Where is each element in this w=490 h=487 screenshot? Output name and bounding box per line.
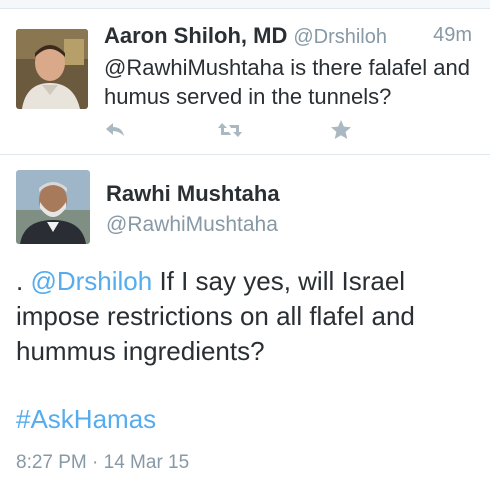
retweet-icon[interactable] xyxy=(216,119,244,141)
hashtag-link[interactable]: #AskHamas xyxy=(16,404,156,435)
tweet-detail-screen: Aaron Shiloh, MD @Drshiloh 49m @RawhiMush… xyxy=(0,0,490,487)
author-name[interactable]: Rawhi Mushtaha xyxy=(106,181,280,207)
tweet-text-prefix: . xyxy=(16,266,31,296)
top-divider xyxy=(0,0,490,9)
reply-tweet-header: Aaron Shiloh, MD @Drshiloh 49m xyxy=(104,23,476,51)
reply-icon[interactable] xyxy=(104,119,126,141)
author-handle[interactable]: @Drshiloh xyxy=(293,26,387,48)
tweet-text: . @Drshiloh If I say yes, will Israel im… xyxy=(16,264,478,369)
reply-tweet-text: @RawhiMushtaha is there falafel and humu… xyxy=(104,55,470,109)
tweet-actions xyxy=(104,119,364,141)
reply-tweet[interactable]: Aaron Shiloh, MD @Drshiloh 49m @RawhiMush… xyxy=(0,9,490,155)
author-name[interactable]: Aaron Shiloh, MD xyxy=(104,23,287,48)
avatar-image xyxy=(16,29,88,109)
author-handle[interactable]: @RawhiMushtaha xyxy=(106,213,278,237)
avatar-image xyxy=(16,170,90,244)
avatar-aaron-shiloh[interactable] xyxy=(16,29,88,109)
avatar-rawhi-mushtaha[interactable] xyxy=(16,170,90,244)
star-icon[interactable] xyxy=(330,119,352,141)
tweet-time[interactable]: 49m xyxy=(433,24,472,47)
tweet-timestamp: 8:27 PM · 14 Mar 15 xyxy=(16,452,190,473)
mention-link[interactable]: @Drshiloh xyxy=(30,266,152,296)
